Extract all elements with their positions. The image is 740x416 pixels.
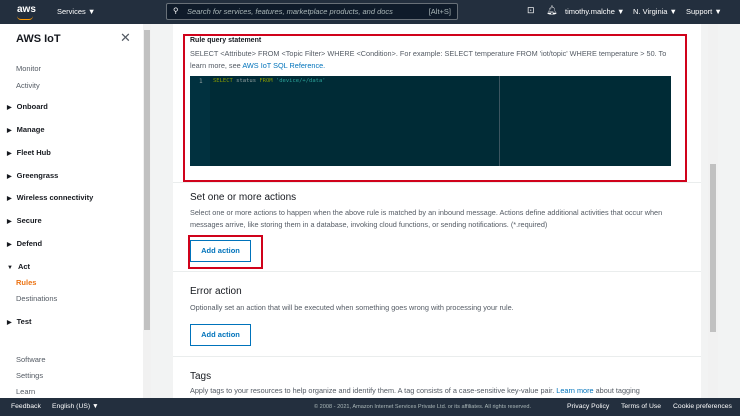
add-action-button[interactable]: Add action (190, 240, 251, 262)
sql-code[interactable]: SELECT status FROM 'device/+/data' (213, 78, 326, 84)
rule-query-description: SELECT <Attribute> FROM <Topic Filter> W… (190, 49, 667, 70)
support-menu[interactable]: Support ▼ (686, 7, 722, 16)
sidebar-group-defend[interactable]: ▶ Defend (7, 239, 42, 248)
sidebar-item-learn[interactable]: Learn (16, 387, 35, 396)
caret-right-icon: ▶ (7, 151, 12, 157)
sidebar-group-secure[interactable]: ▶ Secure (7, 216, 42, 225)
main-scrollbar[interactable] (708, 24, 718, 398)
cloudshell-icon[interactable]: ⊡ (527, 5, 535, 16)
sidebar-scrollbar[interactable] (143, 24, 151, 398)
search-placeholder: Search for services, features, marketpla… (187, 7, 393, 16)
sidebar-group-manage[interactable]: ▶ Manage (7, 125, 45, 134)
user-menu[interactable]: timothy.malche ▼ (565, 7, 624, 16)
caret-right-icon: ▶ (7, 320, 12, 326)
caret-down-icon: ▼ (7, 265, 13, 271)
sidebar-item-software[interactable]: Software (16, 355, 46, 364)
sql-editor[interactable]: 1 SELECT status FROM 'device/+/data' (190, 76, 671, 166)
sidebar-group-test[interactable]: ▶ Test (7, 317, 32, 326)
language-selector[interactable]: English (US) ▼ (52, 403, 99, 410)
sql-reference-link[interactable]: AWS IoT SQL Reference. (242, 61, 325, 70)
line-number: 1 (199, 78, 203, 85)
top-nav-bar: aws Services ▼ ⚲ Search for services, fe… (0, 0, 740, 24)
sidebar-item-settings[interactable]: Settings (16, 371, 43, 380)
error-action-description: Optionally set an action that will be ex… (190, 303, 514, 312)
sidebar-group-onboard[interactable]: ▶ Onboard (7, 102, 48, 111)
sidebar-group-fleet-hub[interactable]: ▶ Fleet Hub (7, 148, 51, 157)
privacy-policy-link[interactable]: Privacy Policy (567, 403, 609, 410)
caret-right-icon: ▶ (7, 196, 12, 202)
sidebar-group-greengrass[interactable]: ▶ Greengrass (7, 171, 58, 180)
region-menu[interactable]: N. Virginia ▼ (633, 7, 677, 16)
cookie-preferences-link[interactable]: Cookie preferences (673, 403, 732, 410)
sidebar: AWS IoT ✕ Monitor Activity ▶ Onboard ▶ Man… (0, 24, 151, 398)
bell-icon[interactable]: 🔔︎ (546, 5, 557, 16)
tags-description: Apply tags to your resources to help org… (190, 386, 640, 395)
sidebar-item-rules[interactable]: Rules (16, 278, 36, 287)
rule-query-label: Rule query statement (190, 37, 262, 44)
footer: Feedback English (US) ▼ © 2008 - 2021, A… (0, 398, 740, 416)
search-shortcut: [Alt+S] (428, 7, 451, 16)
copyright: © 2008 - 2021, Amazon Internet Services … (314, 404, 531, 410)
learn-more-link[interactable]: Learn more (556, 386, 593, 395)
tags-title: Tags (190, 371, 212, 382)
terms-link[interactable]: Terms of Use (621, 403, 661, 410)
caret-right-icon: ▶ (7, 105, 12, 111)
sidebar-item-destinations[interactable]: Destinations (16, 294, 57, 303)
aws-logo[interactable]: aws (17, 4, 36, 20)
search-input[interactable]: ⚲ Search for services, features, marketp… (166, 3, 458, 20)
error-action-title: Error action (190, 286, 242, 297)
caret-right-icon: ▶ (7, 128, 12, 134)
add-error-action-button[interactable]: Add action (190, 324, 251, 346)
sidebar-group-act[interactable]: ▼ Act (7, 262, 30, 271)
feedback-link[interactable]: Feedback (11, 403, 41, 410)
close-icon[interactable]: ✕ (120, 30, 131, 46)
actions-title: Set one or more actions (190, 192, 297, 203)
sidebar-item-activity[interactable]: Activity (16, 81, 40, 90)
sidebar-title: AWS IoT (16, 33, 61, 45)
actions-description: Select one or more actions to happen whe… (190, 208, 663, 229)
caret-right-icon: ▶ (7, 242, 12, 248)
search-icon: ⚲ (173, 6, 179, 15)
sidebar-item-monitor[interactable]: Monitor (16, 64, 41, 73)
caret-right-icon: ▶ (7, 219, 12, 225)
services-menu[interactable]: Services ▼ (57, 7, 95, 16)
sidebar-group-wireless[interactable]: ▶ Wireless connectivity (7, 193, 93, 202)
caret-right-icon: ▶ (7, 174, 12, 180)
